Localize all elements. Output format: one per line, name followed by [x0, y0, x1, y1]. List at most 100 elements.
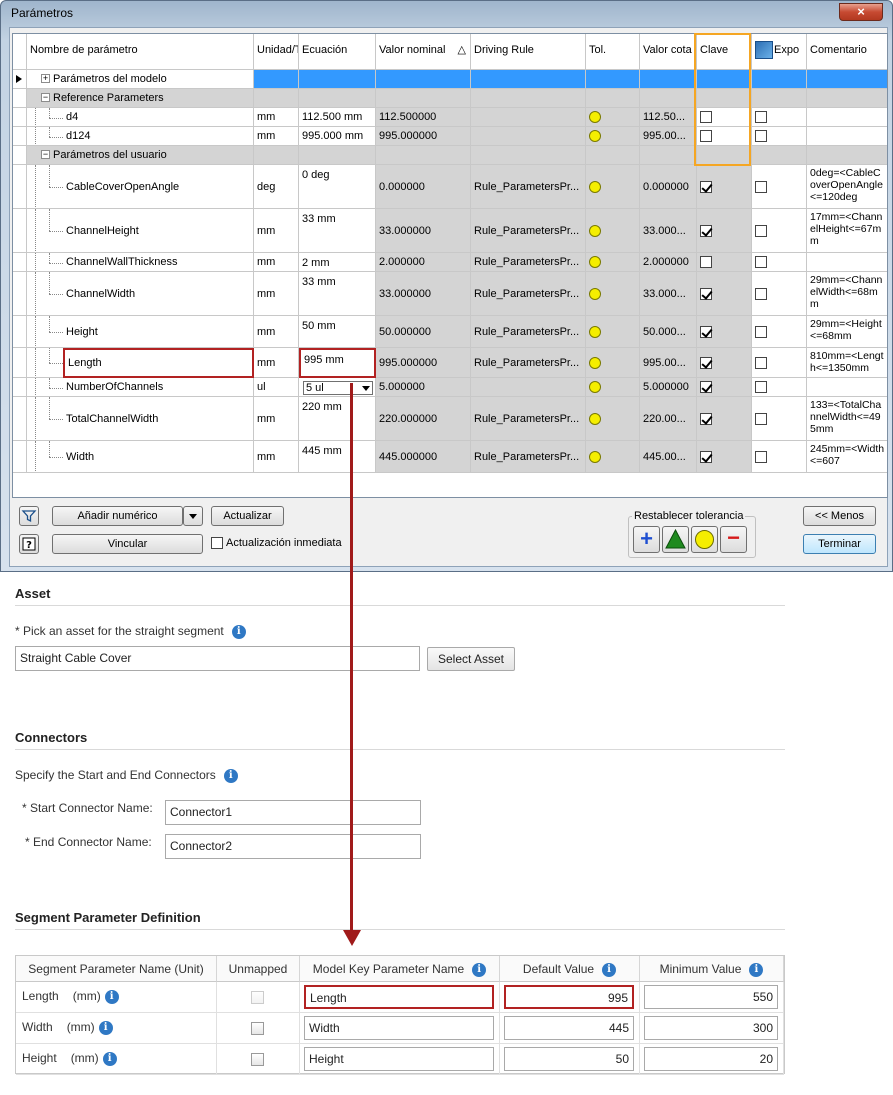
param-key-cell[interactable]: [697, 165, 752, 209]
info-icon[interactable]: i: [472, 962, 487, 977]
default-value-input[interactable]: 995: [504, 985, 634, 1009]
param-equation-cell[interactable]: 33 mm: [299, 272, 376, 316]
param-name-cell[interactable]: Width: [63, 441, 254, 473]
equation-dropdown[interactable]: 5 ul: [303, 381, 373, 395]
param-row-ChannelHeight[interactable]: ChannelHeight mm 33 mm 33.000000 Rule_Parame…: [13, 209, 887, 253]
export-checkbox[interactable]: [755, 111, 767, 123]
add-numeric-button[interactable]: Añadir numérico: [52, 506, 183, 526]
param-row-d124[interactable]: d124 mm 995.000 mm 995.000000 995.00...: [13, 127, 887, 146]
param-unit-cell[interactable]: mm: [254, 316, 299, 348]
param-row-Length[interactable]: Length mm 995 mm 995.000000 Rule_ParametersP…: [13, 348, 887, 378]
param-comment-cell[interactable]: [807, 108, 887, 127]
param-name-cell[interactable]: TotalChannelWidth: [63, 397, 254, 441]
key-checkbox[interactable]: [700, 356, 712, 369]
export-checkbox[interactable]: [755, 224, 767, 237]
param-comment-cell[interactable]: 810mm=<Length<=1350mm: [807, 348, 887, 378]
param-row-NumberOfChannels[interactable]: NumberOfChannels ul 5 ul 5.000000 5.000000: [13, 378, 887, 397]
param-comment-cell[interactable]: 17mm=<ChannelHeight<=67mm: [807, 209, 887, 253]
row-selector[interactable]: [13, 209, 27, 253]
key-checkbox[interactable]: [700, 287, 712, 300]
select-asset-button[interactable]: Select Asset: [427, 647, 515, 671]
param-comment-cell[interactable]: 245mm=<Width<=607: [807, 441, 887, 473]
column-header-8[interactable]: Expo: [752, 34, 807, 70]
default-value-input[interactable]: 445: [504, 1016, 634, 1040]
tolerance-lower-button[interactable]: −: [720, 526, 747, 553]
param-name-cell[interactable]: ChannelWidth: [63, 272, 254, 316]
row-selector[interactable]: [13, 127, 27, 146]
key-checkbox[interactable]: [700, 412, 712, 425]
param-tolerance-cell[interactable]: [586, 272, 640, 316]
param-export-cell[interactable]: [752, 108, 807, 127]
unmapped-checkbox[interactable]: [251, 1053, 264, 1066]
param-export-cell[interactable]: [752, 378, 807, 397]
param-name-cell[interactable]: NumberOfChannels: [63, 378, 254, 397]
finish-button[interactable]: Terminar: [803, 534, 876, 554]
param-name-cell[interactable]: ChannelWallThickness: [63, 253, 254, 272]
param-comment-cell[interactable]: 29mm=<Height<=68mm: [807, 316, 887, 348]
param-export-cell[interactable]: [752, 441, 807, 473]
param-comment-cell[interactable]: 0deg=<CableCoverOpenAngle<=120deg: [807, 165, 887, 209]
tolerance-upper-button[interactable]: +: [633, 526, 660, 553]
param-export-cell[interactable]: [752, 165, 807, 209]
filter-button[interactable]: [19, 506, 39, 526]
param-comment-cell[interactable]: 29mm=<ChannelWidth<=68mm: [807, 272, 887, 316]
column-header-1[interactable]: Unidad/T: [254, 34, 299, 70]
param-tolerance-cell[interactable]: [586, 108, 640, 127]
column-header-0[interactable]: Nombre de parámetro: [27, 34, 254, 70]
info-icon[interactable]: i: [102, 1051, 117, 1066]
export-checkbox[interactable]: [755, 381, 767, 393]
key-checkbox[interactable]: [700, 256, 712, 268]
param-equation-cell[interactable]: 995 mm: [299, 348, 376, 378]
row-selector[interactable]: [13, 70, 27, 89]
param-equation-cell[interactable]: 33 mm: [299, 209, 376, 253]
param-name-cell[interactable]: Length: [63, 348, 254, 378]
minimum-value-input[interactable]: 300: [644, 1016, 778, 1040]
param-key-cell[interactable]: [697, 272, 752, 316]
row-selector[interactable]: [13, 397, 27, 441]
param-row-TotalChannelWidth[interactable]: TotalChannelWidth mm 220 mm 220.000000 Rule_…: [13, 397, 887, 441]
info-icon[interactable]: i: [104, 989, 119, 1004]
param-row-CableCoverOpenAngle[interactable]: CableCoverOpenAngle deg 0 deg 0.000000 Rule_…: [13, 165, 887, 209]
start-connector-input[interactable]: Connector1: [165, 800, 421, 825]
param-unit-cell[interactable]: mm: [254, 209, 299, 253]
row-selector[interactable]: [13, 165, 27, 209]
tolerance-median-button[interactable]: [662, 526, 689, 553]
param-key-cell[interactable]: [697, 209, 752, 253]
help-button[interactable]: ?: [19, 534, 39, 554]
param-row-ChannelWallThickness[interactable]: ChannelWallThickness mm 2 mm 2.000000 Rule_P…: [13, 253, 887, 272]
close-button[interactable]: ×: [839, 3, 883, 21]
group-row-model[interactable]: + Parámetros del modelo: [13, 70, 887, 89]
param-equation-cell[interactable]: 50 mm: [299, 316, 376, 348]
column-header-3[interactable]: Valor nominal △: [376, 34, 471, 70]
param-name-cell[interactable]: CableCoverOpenAngle: [63, 165, 254, 209]
param-name-cell[interactable]: d124: [63, 127, 254, 146]
param-unit-cell[interactable]: mm: [254, 348, 299, 378]
row-selector[interactable]: [13, 253, 27, 272]
param-export-cell[interactable]: [752, 272, 807, 316]
update-button[interactable]: Actualizar: [211, 506, 284, 526]
param-export-cell[interactable]: [752, 127, 807, 146]
param-row-ChannelWidth[interactable]: ChannelWidth mm 33 mm 33.000000 Rule_Paramet…: [13, 272, 887, 316]
export-checkbox[interactable]: [755, 356, 767, 369]
param-equation-cell[interactable]: 0 deg: [299, 165, 376, 209]
info-icon[interactable]: i: [98, 1020, 113, 1035]
param-export-cell[interactable]: [752, 348, 807, 378]
row-selector[interactable]: [13, 108, 27, 127]
param-export-cell[interactable]: [752, 209, 807, 253]
row-selector[interactable]: [13, 441, 27, 473]
param-key-cell[interactable]: [697, 253, 752, 272]
param-tolerance-cell[interactable]: [586, 127, 640, 146]
param-name-cell[interactable]: d4: [63, 108, 254, 127]
end-connector-input[interactable]: Connector2: [165, 834, 421, 859]
export-checkbox[interactable]: [755, 325, 767, 338]
param-unit-cell[interactable]: mm: [254, 253, 299, 272]
param-tolerance-cell[interactable]: [586, 316, 640, 348]
row-selector[interactable]: [13, 272, 27, 316]
param-export-cell[interactable]: [752, 397, 807, 441]
expand-toggle[interactable]: −: [41, 150, 50, 159]
model-key-input[interactable]: Length: [304, 985, 494, 1009]
param-unit-cell[interactable]: deg: [254, 165, 299, 209]
param-key-cell[interactable]: [697, 348, 752, 378]
param-comment-cell[interactable]: 133=<TotalChannelWidth<=495mm: [807, 397, 887, 441]
expand-toggle[interactable]: −: [41, 93, 50, 102]
